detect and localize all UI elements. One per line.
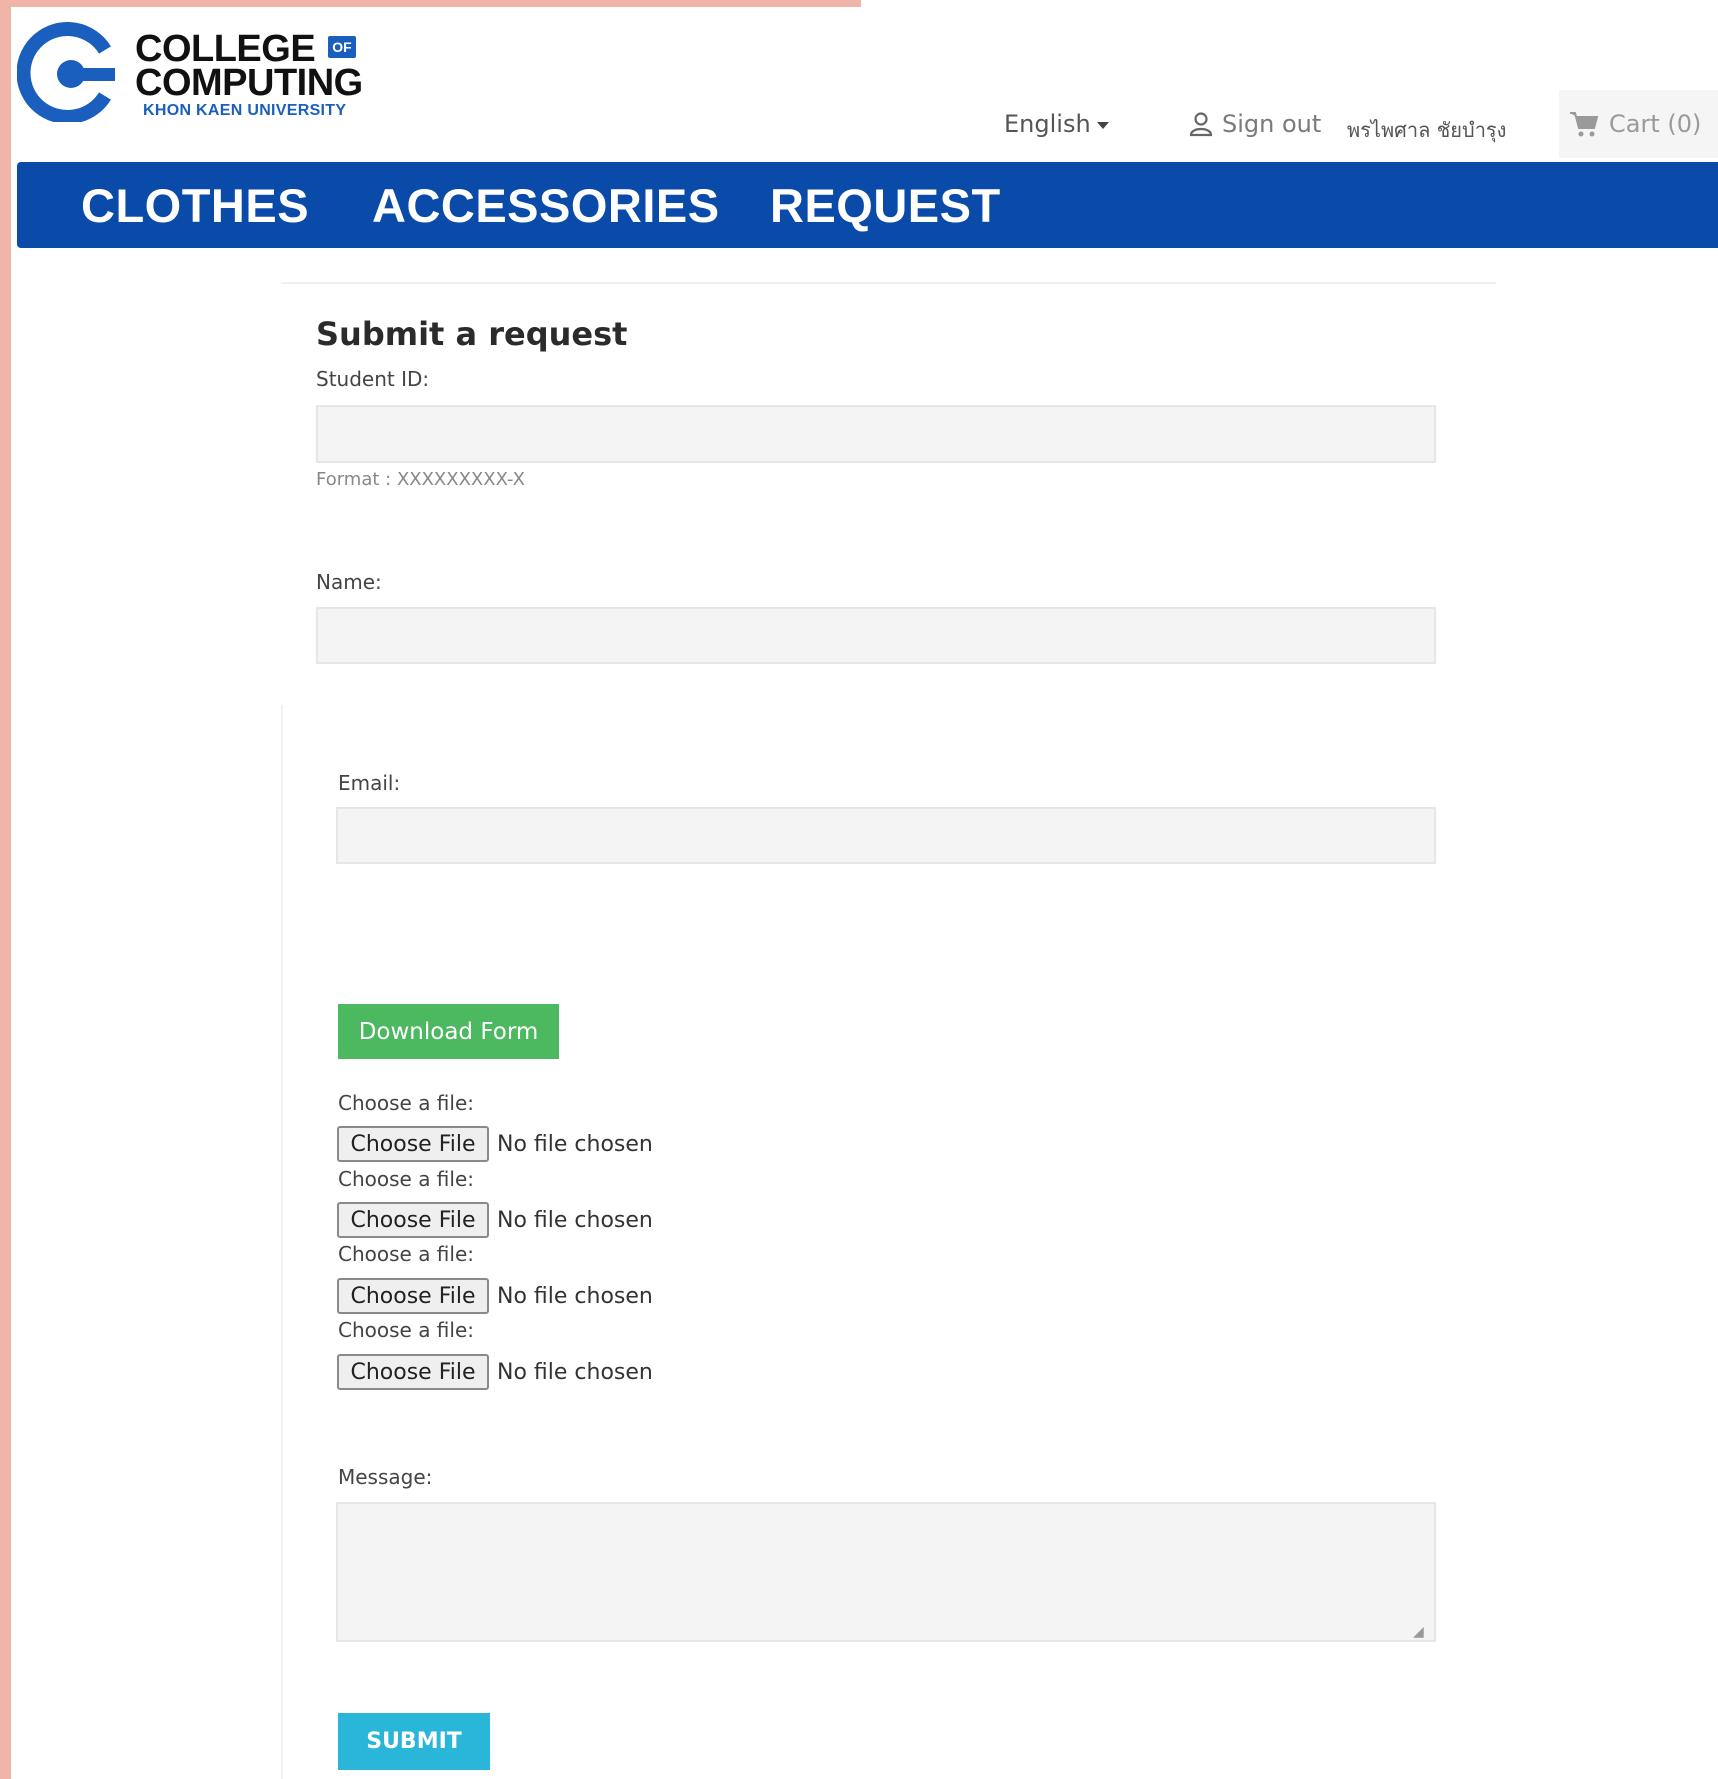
nav-item-request[interactable]: REQUEST bbox=[770, 178, 1001, 233]
user-name[interactable]: พรไพศาล ชัยบำรุง bbox=[1347, 114, 1506, 146]
logo-text-computing: COMPUTING bbox=[135, 62, 363, 104]
file-input-2: Choose File No file chosen bbox=[337, 1202, 653, 1238]
nav-item-accessories[interactable]: ACCESSORIES bbox=[372, 178, 720, 233]
message-textarea[interactable] bbox=[336, 1502, 1436, 1642]
cart-label: Cart (0) bbox=[1609, 110, 1702, 138]
form-title: Submit a request bbox=[316, 315, 628, 353]
message-label: Message: bbox=[338, 1465, 433, 1489]
submit-button[interactable]: SUBMIT bbox=[338, 1713, 490, 1770]
file-2-label: Choose a file: bbox=[338, 1167, 475, 1191]
user-icon bbox=[1189, 112, 1213, 137]
caret-down-icon bbox=[1096, 121, 1109, 129]
language-label: English bbox=[1004, 110, 1091, 138]
logo-text-of: OF bbox=[328, 36, 356, 58]
file-status: No file chosen bbox=[497, 1283, 653, 1309]
email-label: Email: bbox=[338, 771, 401, 795]
student-id-hint: Format : XXXXXXXXX-X bbox=[316, 469, 525, 490]
background-accent-left bbox=[0, 0, 11, 1779]
student-id-input[interactable] bbox=[316, 405, 1436, 463]
logo-mark-icon bbox=[17, 22, 115, 122]
choose-file-button[interactable]: Choose File bbox=[337, 1278, 489, 1314]
main-nav: CLOTHES ACCESSORIES REQUEST bbox=[17, 162, 1718, 248]
sign-out-label: Sign out bbox=[1222, 110, 1322, 138]
file-3-label: Choose a file: bbox=[338, 1242, 475, 1266]
choose-file-button[interactable]: Choose File bbox=[337, 1354, 489, 1390]
file-input-4: Choose File No file chosen bbox=[337, 1354, 653, 1390]
file-status: No file chosen bbox=[497, 1359, 653, 1385]
file-status: No file chosen bbox=[497, 1207, 653, 1233]
cart-link[interactable]: Cart (0) bbox=[1569, 110, 1701, 138]
content-divider bbox=[281, 282, 1496, 284]
student-id-label: Student ID: bbox=[316, 367, 430, 391]
email-input[interactable] bbox=[336, 807, 1436, 864]
resize-grip-icon[interactable]: ◢ bbox=[1413, 1623, 1424, 1640]
content-edge bbox=[281, 705, 283, 1779]
cart-icon bbox=[1570, 112, 1599, 137]
choose-file-button[interactable]: Choose File bbox=[337, 1126, 489, 1162]
file-status: No file chosen bbox=[497, 1131, 653, 1157]
download-form-button[interactable]: Download Form bbox=[338, 1004, 559, 1059]
college-logo[interactable]: COLLEGE OF COMPUTING KHON KAEN UNIVERSIT… bbox=[17, 22, 377, 122]
background-accent-top bbox=[11, 0, 861, 7]
name-input[interactable] bbox=[316, 607, 1436, 664]
name-label: Name: bbox=[316, 570, 382, 594]
file-input-3: Choose File No file chosen bbox=[337, 1278, 653, 1314]
sign-out-link[interactable]: Sign out bbox=[1188, 110, 1321, 138]
language-selector[interactable]: English bbox=[1004, 110, 1109, 138]
file-input-1: Choose File No file chosen bbox=[337, 1126, 653, 1162]
logo-text-university: KHON KAEN UNIVERSITY bbox=[143, 102, 347, 119]
nav-item-clothes[interactable]: CLOTHES bbox=[81, 178, 309, 233]
page: COLLEGE OF COMPUTING KHON KAEN UNIVERSIT… bbox=[11, 0, 1718, 1779]
file-1-label: Choose a file: bbox=[338, 1091, 475, 1115]
cart-container: Cart (0) bbox=[1559, 90, 1718, 158]
file-4-label: Choose a file: bbox=[338, 1318, 475, 1342]
choose-file-button[interactable]: Choose File bbox=[337, 1202, 489, 1238]
